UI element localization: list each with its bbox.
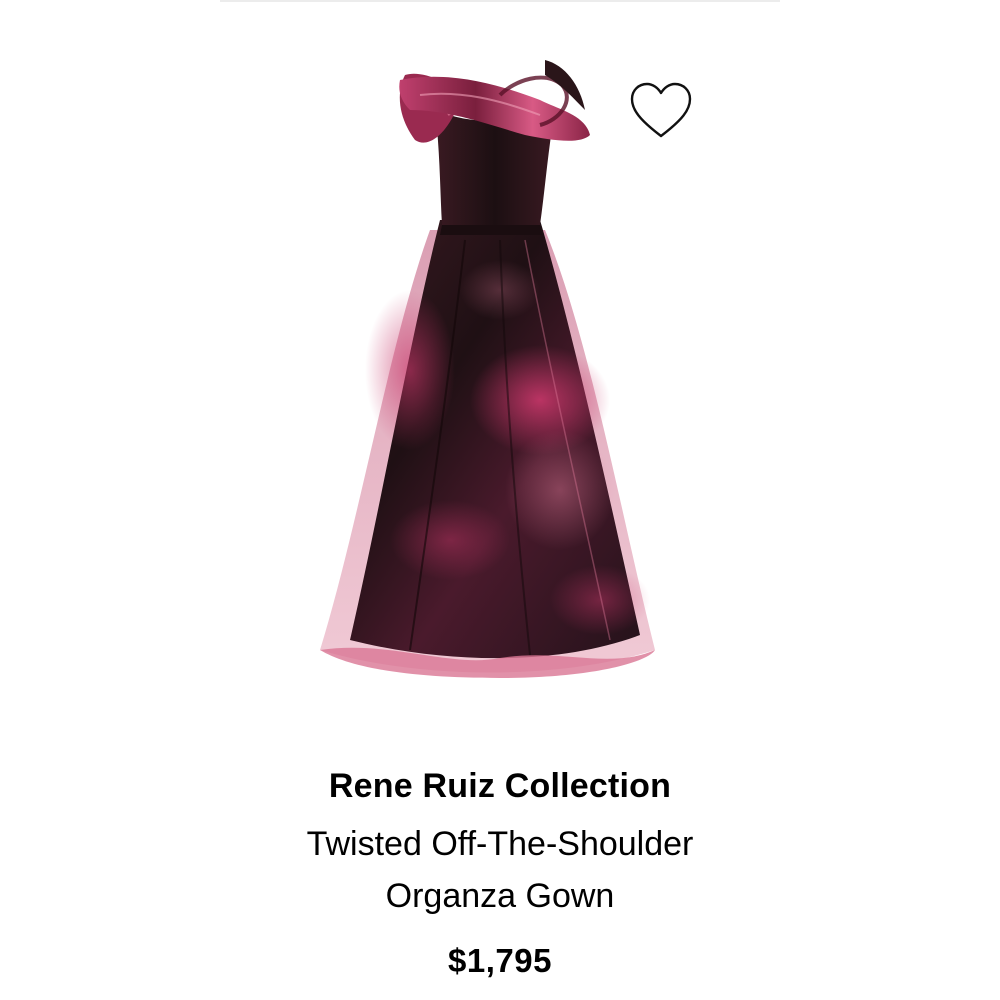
product-card[interactable]: Rene Ruiz Collection Twisted Off-The-Sho… bbox=[0, 0, 1000, 1000]
product-price: $1,795 bbox=[448, 942, 552, 979]
heart-outline-icon bbox=[630, 82, 692, 138]
product-name-line-1: Twisted Off-The-Shoulder bbox=[306, 825, 694, 863]
product-name-line-2: Organza Gown bbox=[385, 877, 615, 915]
gown-photo bbox=[320, 60, 655, 678]
product-brand[interactable]: Rene Ruiz Collection bbox=[0, 760, 1000, 812]
product-info: Rene Ruiz Collection Twisted Off-The-Sho… bbox=[0, 760, 1000, 986]
wishlist-button[interactable] bbox=[628, 80, 694, 142]
product-image[interactable] bbox=[300, 40, 680, 690]
product-name[interactable]: Twisted Off-The-Shoulder Organza Gown bbox=[0, 818, 1000, 922]
top-divider bbox=[220, 0, 780, 2]
